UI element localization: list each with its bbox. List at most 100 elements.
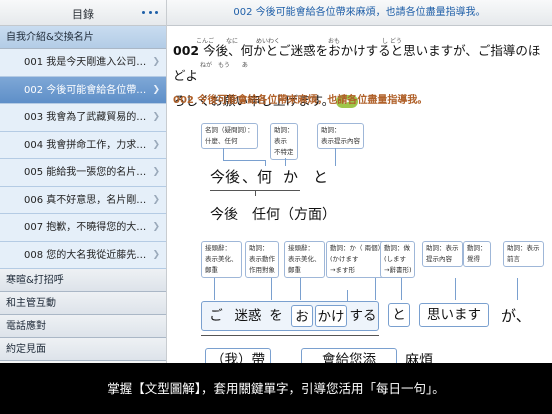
note-line: 助詞： [249,244,269,252]
note-line: 表示動作 [249,255,275,263]
bracket-line [255,191,256,196]
grammar-note: 接頭辭： 表示美化、 鄭重 [201,241,242,278]
note-line: 不特定 [274,148,294,156]
note-line: →辭書形) [384,266,412,274]
section-boss-interaction[interactable]: 和主管互動 [0,292,166,315]
note-line: 接頭辭： [288,244,314,252]
note-line: 表示美化、 [205,255,238,263]
list-item-label: 002 今後可能會給各位帶來麻煩，也請各位盡量指導我。 [24,84,166,96]
chevron-right-icon: ❯ [152,222,160,232]
sidebar-header: 目錄 [0,0,166,26]
connector-line [285,158,286,166]
sentence-number: 002 [173,43,200,58]
note-line: 助詞：表示 [507,244,540,252]
bracket-line [201,335,379,336]
note-line: 動詞：做 [384,244,410,252]
sidebar: 目錄 自我介紹&交換名片 001 我是今天剛進入公司的小林。 ❯ 002 今後可能… [0,0,167,414]
chinese-translation: 002 今後可能會給各位帶來麻煩，也請各位盡量指導我。 [173,91,427,106]
grammar-note: 助詞： 表示動作 作用對象 [245,241,279,278]
grammar-note: 動詞：做 (します →辭書形) [380,241,416,278]
grammar-note: 名詞（疑問詞）： 什麼、任何 [201,123,258,149]
list-item[interactable]: 005 能給我一張您的名片嗎？ ❯ [0,159,166,187]
list-item-label: 008 您的大名我從近藤先生那裡久仰了。 [24,249,166,261]
main-panel: 002 今後可能會給各位帶來麻煩，也請各位盡量指導我。 こんご なに めいわく … [167,0,552,414]
chevron-right-icon: ❯ [152,139,160,150]
note-line: 鄭重 [288,266,301,274]
grammar-note: 助詞：表示 提示內容 [422,241,463,267]
list-item-label: 004 我會拼命工作，力求報答各位。 [24,139,166,151]
list-item[interactable]: 004 我會拼命工作，力求報答各位。❯ [0,131,166,159]
jp-word-box: 思います [419,303,489,327]
note-line: 表示 [274,137,287,145]
note-line: 作用對象 [249,266,275,274]
jp-word: 何 [257,168,273,186]
connector-line [401,278,402,300]
note-line: 提示內容 [426,255,452,263]
note-line: 覺得 [467,255,480,263]
note-line: 名詞（疑問詞）： [205,126,254,134]
list-item-label: 007 抱歉，不曉得您的大名該怎麼唸？ [24,222,166,233]
list-item-label: 005 能給我一張您的名片嗎？ [24,167,157,178]
note-line: (します [384,255,407,263]
note-line: 助詞： [321,126,341,134]
list-item[interactable]: 008 您的大名我從近藤先生那裡久仰了。❯ [0,241,166,269]
note-line: 鄭重 [205,266,218,274]
jp-word: 、 [242,168,258,186]
note-line: 動詞：か（ 兩個） [330,244,385,252]
list-item-selected[interactable]: 002 今後可能會給各位帶來麻煩，也請各位盡量指導我。❯ [0,76,166,104]
connector-line [517,278,518,300]
grammar-note: 動詞： 覺得 [463,241,491,267]
section-greetings[interactable]: 寒暄&打招呼 [0,269,166,292]
jp-word-box: と [388,303,410,327]
chevron-right-icon: ❯ [152,167,160,177]
jp-word: と [313,168,329,186]
grammar-note: 助詞： 表示 不特定 [270,123,298,160]
jp-word-box: する [349,308,377,324]
grammar-note: 助詞：表示 前言 [503,241,544,267]
more-dots-icon[interactable] [142,7,158,17]
note-line: 表示提示內容 [321,137,360,145]
note-line: →ます形 [330,266,355,274]
jp-word-box: を [269,308,283,324]
jp-word-box: 迷惑 [234,308,262,324]
jp-word-box: かけ [315,305,347,327]
connector-line [300,278,301,300]
list-item[interactable]: 006 真不好意思，名片剛好用完了。❯ [0,186,166,214]
connector-line [214,278,215,300]
section-appointment[interactable]: 約定見面 [0,338,166,361]
section-phone[interactable]: 電話應對 [0,315,166,338]
note-line: 助詞： [274,126,294,134]
section-self-intro[interactable]: 自我介紹&交換名片 [0,26,166,49]
jp-translation-row: 今後 任何（方面） [210,207,336,223]
chevron-right-icon: ❯ [152,194,160,205]
furigana-line2: ねが もう あ [200,62,248,69]
promo-caption: 掌握【文型圖解】，套用關鍵單字，引導您活用「每日一句」。 [0,363,552,414]
grammar-note: 助詞： 表示提示內容 [317,123,364,149]
list-item[interactable]: 001 我是今天剛進入公司的小林。 ❯ [0,49,166,77]
note-line: 什麼、任何 [205,137,238,145]
list-item-label: 006 真不好意思，名片剛好用完了。 [24,194,166,206]
list-item[interactable]: 007 抱歉，不曉得您的大名該怎麼唸？❯ [0,214,166,242]
connector-line [455,278,456,300]
note-line: 表示美化、 [288,255,321,263]
connector-line [335,148,336,166]
connector-line [223,148,224,160]
connector-line [375,278,376,300]
grammar-note: 動詞：か（ 兩個） (かけます →ます形 [326,241,389,278]
note-line: 助詞：表示 [426,244,459,252]
chevron-right-icon: ❯ [152,249,160,260]
chevron-right-icon: ❯ [152,112,160,122]
translation-number: 002 [173,95,194,106]
chevron-right-icon: ❯ [152,57,160,67]
jp-word: か [283,168,299,186]
jp-word-box: お [291,305,313,327]
grammar-note: 接頭辭： 表示美化、 鄭重 [284,241,325,278]
list-item[interactable]: 003 我會為了武藏貿易的發展而努力。❯ [0,104,166,132]
list-item-label: 001 我是今天剛進入公司的小林。 [24,57,166,68]
app-window: 目錄 自我介紹&交換名片 001 我是今天剛進入公司的小林。 ❯ 002 今後可能… [0,0,552,414]
connector-line [271,278,272,300]
list-item-label: 003 我會為了武藏貿易的發展而努力。 [24,112,166,123]
connector-line [223,160,265,161]
chevron-right-icon: ❯ [152,84,160,95]
note-line: (かけます [330,255,359,263]
